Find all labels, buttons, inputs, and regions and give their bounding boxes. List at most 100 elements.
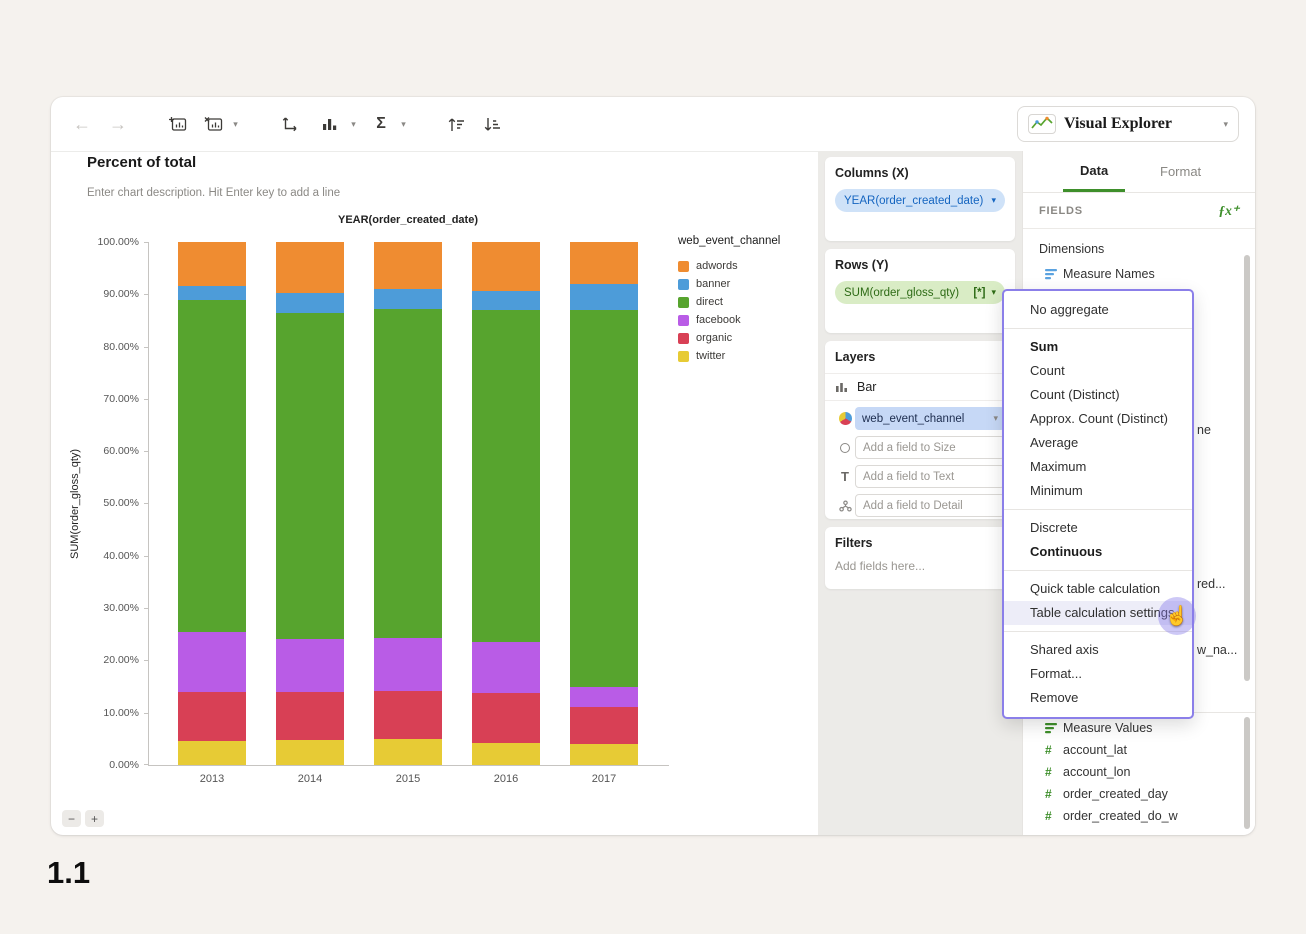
bar-mark-icon bbox=[836, 383, 847, 392]
field-item-order-created-day[interactable]: # order_created_day bbox=[1023, 783, 1255, 805]
field-item-measure-values[interactable]: Measure Values bbox=[1023, 717, 1255, 739]
menu-item-average[interactable]: Average bbox=[1004, 431, 1192, 455]
aggregate-button[interactable]: Σ bbox=[371, 97, 391, 151]
menu-item-minimum[interactable]: Minimum bbox=[1004, 479, 1192, 503]
swap-axes-button[interactable] bbox=[277, 97, 301, 151]
segment-twitter-2013[interactable] bbox=[178, 741, 246, 765]
segment-direct-2013[interactable] bbox=[178, 300, 246, 632]
measures-scrollbar-thumb[interactable] bbox=[1244, 717, 1250, 829]
rows-pill[interactable]: SUM(order_gloss_qty) [*] ▾ bbox=[835, 281, 1005, 304]
color-field-pill[interactable]: web_event_channel ▾ bbox=[855, 407, 1005, 430]
field-fragment[interactable]: ne bbox=[1197, 423, 1211, 437]
segment-direct-2017[interactable] bbox=[570, 310, 638, 687]
segment-banner-2016[interactable] bbox=[472, 291, 540, 310]
field-item-account-lon[interactable]: # account_lon bbox=[1023, 761, 1255, 783]
menu-item-shared-axis[interactable]: Shared axis bbox=[1004, 638, 1192, 662]
mark-type-row[interactable]: Bar bbox=[825, 373, 1015, 401]
segment-organic-2013[interactable] bbox=[178, 692, 246, 741]
rows-pill-badge: [*] bbox=[973, 286, 986, 299]
segment-direct-2015[interactable] bbox=[374, 309, 442, 638]
tab-data[interactable]: Data bbox=[1063, 151, 1126, 192]
segment-organic-2017[interactable] bbox=[570, 707, 638, 744]
menu-item-no-aggregate[interactable]: No aggregate bbox=[1004, 298, 1192, 322]
menu-item-approx-count-distinct[interactable]: Approx. Count (Distinct) bbox=[1004, 407, 1192, 431]
filters-dropzone[interactable]: Add fields here... bbox=[835, 559, 1005, 573]
legend-item-direct[interactable]: direct bbox=[678, 293, 838, 311]
legend-item-organic[interactable]: organic bbox=[678, 329, 838, 347]
segment-facebook-2013[interactable] bbox=[178, 632, 246, 692]
segment-banner-2015[interactable] bbox=[374, 289, 442, 309]
layers-shelf-title: Layers bbox=[835, 350, 876, 364]
sort-ascending-button[interactable] bbox=[443, 97, 469, 151]
tab-format[interactable]: Format bbox=[1143, 151, 1218, 192]
zoom-in-button[interactable]: + bbox=[85, 810, 104, 827]
segment-adwords-2017[interactable] bbox=[570, 242, 638, 284]
visual-explorer-switcher[interactable]: Visual Explorer ▾ bbox=[1017, 106, 1239, 142]
detail-field-dropzone[interactable]: Add a field to Detail bbox=[855, 494, 1005, 517]
chart-legend: web_event_channel adwords banner direct fac… bbox=[678, 235, 838, 365]
bar-2015 bbox=[374, 242, 442, 765]
add-chart-button[interactable] bbox=[165, 97, 189, 151]
legend-item-banner[interactable]: banner bbox=[678, 275, 838, 293]
segment-adwords-2013[interactable] bbox=[178, 242, 246, 286]
segment-organic-2014[interactable] bbox=[276, 692, 344, 740]
chart-description-input[interactable]: Enter chart description. Hit Enter key t… bbox=[87, 187, 340, 199]
menu-item-format[interactable]: Format... bbox=[1004, 662, 1192, 686]
chart-menu-button[interactable]: ▾ bbox=[227, 97, 241, 151]
menu-divider bbox=[1004, 631, 1192, 632]
segment-banner-2013[interactable] bbox=[178, 286, 246, 300]
zoom-out-button[interactable]: − bbox=[62, 810, 81, 827]
size-field-dropzone[interactable]: Add a field to Size bbox=[855, 436, 1005, 459]
segment-twitter-2014[interactable] bbox=[276, 740, 344, 765]
legend-item-adwords[interactable]: adwords bbox=[678, 257, 838, 275]
field-fragment[interactable]: red... bbox=[1197, 577, 1226, 591]
field-fragment[interactable]: w_na... bbox=[1197, 643, 1237, 657]
add-calculation-button[interactable]: ƒx⁺ bbox=[1218, 203, 1239, 219]
segment-direct-2014[interactable] bbox=[276, 313, 344, 639]
menu-item-quick-table-calculation[interactable]: Quick table calculation bbox=[1004, 577, 1192, 601]
menu-item-maximum[interactable]: Maximum bbox=[1004, 455, 1192, 479]
field-item-order-created-do-w[interactable]: # order_created_do_w bbox=[1023, 805, 1255, 827]
segment-facebook-2017[interactable] bbox=[570, 687, 638, 707]
segment-organic-2016[interactable] bbox=[472, 693, 540, 743]
minus-icon: − bbox=[67, 811, 75, 826]
segment-adwords-2015[interactable] bbox=[374, 242, 442, 289]
menu-item-continuous[interactable]: Continuous bbox=[1004, 540, 1192, 564]
text-field-dropzone[interactable]: Add a field to Text bbox=[855, 465, 1005, 488]
segment-twitter-2017[interactable] bbox=[570, 744, 638, 765]
x-tick-label: 2014 bbox=[297, 773, 323, 785]
hash-glyph: # bbox=[1045, 765, 1052, 779]
menu-item-discrete[interactable]: Discrete bbox=[1004, 516, 1192, 540]
segment-banner-2017[interactable] bbox=[570, 284, 638, 310]
fields-scrollbar-thumb[interactable] bbox=[1244, 255, 1250, 681]
menu-item-sum[interactable]: Sum bbox=[1004, 335, 1192, 359]
segment-facebook-2016[interactable] bbox=[472, 642, 540, 693]
segment-facebook-2015[interactable] bbox=[374, 638, 442, 691]
menu-item-remove[interactable]: Remove bbox=[1004, 686, 1192, 710]
aggregate-menu-button[interactable]: ▾ bbox=[395, 97, 409, 151]
segment-adwords-2016[interactable] bbox=[472, 242, 540, 291]
remove-chart-button[interactable] bbox=[201, 97, 225, 151]
menu-item-count[interactable]: Count bbox=[1004, 359, 1192, 383]
text-shelf-row: T Add a field to Text bbox=[835, 465, 1005, 488]
histogram-menu-button[interactable]: ▾ bbox=[345, 97, 359, 151]
legend-item-facebook[interactable]: facebook bbox=[678, 311, 838, 329]
segment-banner-2014[interactable] bbox=[276, 293, 344, 313]
hand-pointer-icon: ☝ bbox=[1165, 606, 1189, 627]
segment-twitter-2016[interactable] bbox=[472, 743, 540, 765]
segment-twitter-2015[interactable] bbox=[374, 739, 442, 765]
segment-facebook-2014[interactable] bbox=[276, 639, 344, 692]
forward-button[interactable]: → bbox=[107, 97, 129, 151]
histogram-button[interactable] bbox=[319, 97, 341, 151]
segment-direct-2016[interactable] bbox=[472, 310, 540, 642]
segment-adwords-2014[interactable] bbox=[276, 242, 344, 293]
legend-item-twitter[interactable]: twitter bbox=[678, 347, 838, 365]
sort-descending-button[interactable] bbox=[479, 97, 505, 151]
segment-organic-2015[interactable] bbox=[374, 691, 442, 739]
back-button[interactable]: ← bbox=[71, 97, 93, 151]
columns-pill[interactable]: YEAR(order_created_date) ▾ bbox=[835, 189, 1005, 212]
field-item-measure-names[interactable]: Measure Names bbox=[1023, 262, 1255, 286]
menu-item-count-distinct[interactable]: Count (Distinct) bbox=[1004, 383, 1192, 407]
chart-title: Percent of total bbox=[87, 154, 197, 171]
field-item-account-lat[interactable]: # account_lat bbox=[1023, 739, 1255, 761]
